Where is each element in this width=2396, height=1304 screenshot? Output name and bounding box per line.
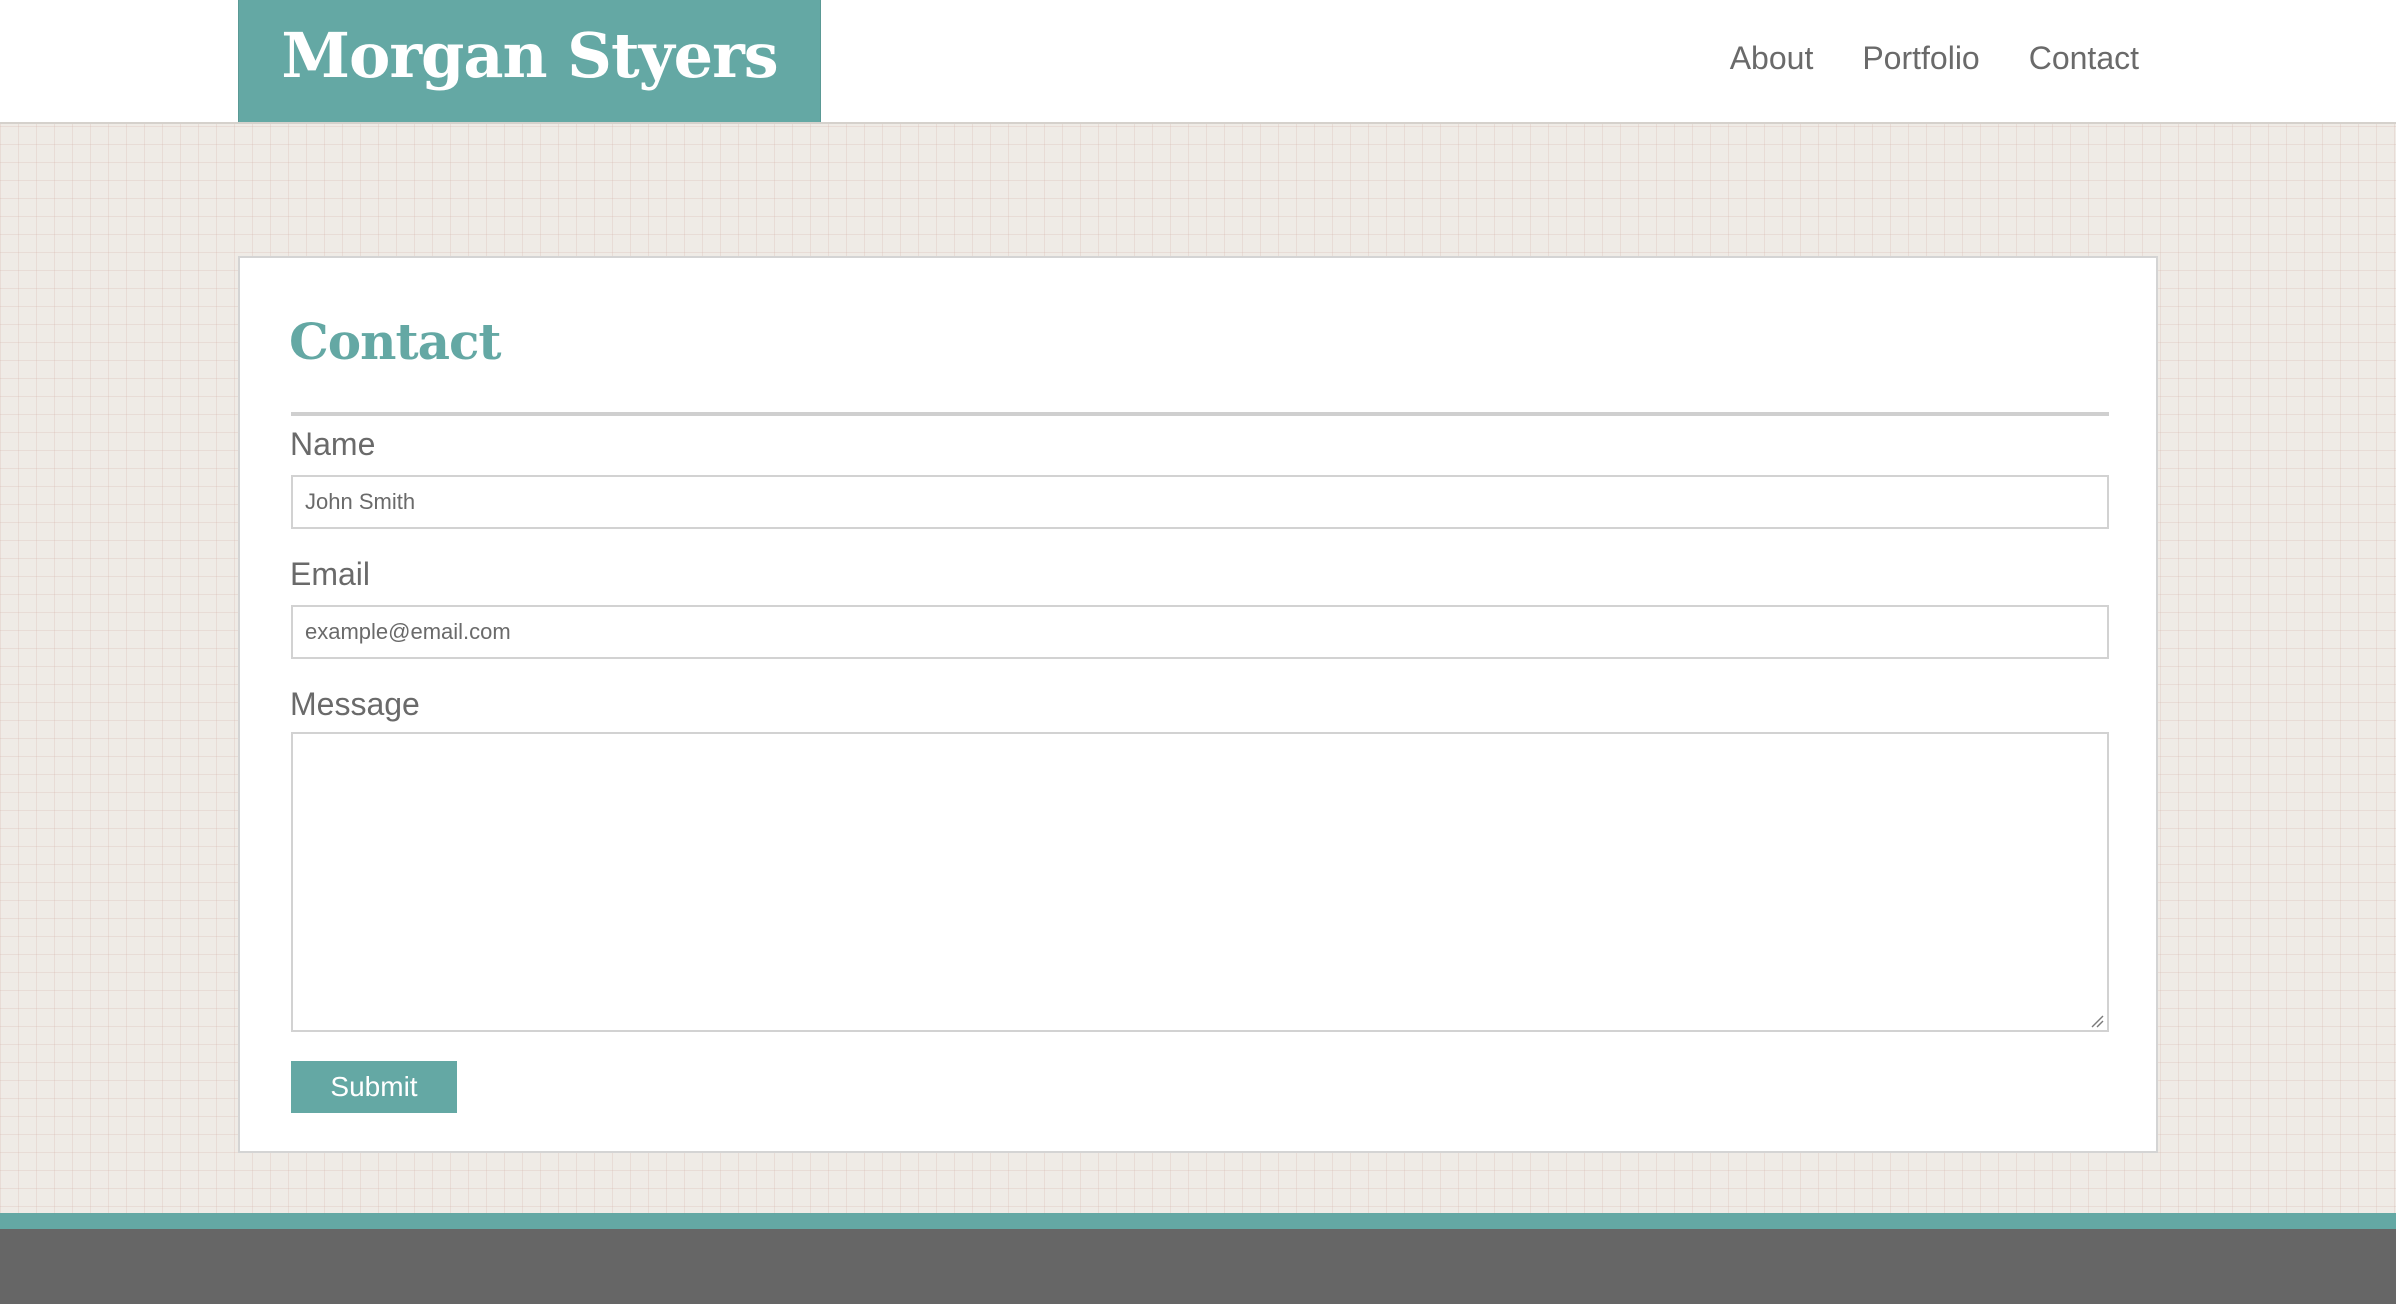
main-nav: About Portfolio Contact	[1730, 40, 2139, 77]
site-logo[interactable]: Morgan Styers	[238, 0, 821, 122]
submit-button[interactable]: Submit	[291, 1061, 457, 1113]
contact-card: Contact Name Email Message Submit	[238, 256, 2158, 1153]
message-label: Message	[290, 686, 420, 722]
nav-link-about[interactable]: About	[1730, 40, 1814, 77]
message-textarea[interactable]	[291, 732, 2109, 1032]
name-label: Name	[290, 426, 376, 462]
title-divider	[291, 412, 2109, 416]
name-input[interactable]	[291, 475, 2109, 529]
email-input[interactable]	[291, 605, 2109, 659]
nav-link-portfolio[interactable]: Portfolio	[1862, 40, 1979, 77]
email-label: Email	[290, 556, 371, 592]
site-header: Morgan Styers About Portfolio Contact	[0, 0, 2396, 124]
page-title: Contact	[289, 312, 502, 371]
site-title[interactable]: Morgan Styers	[281, 19, 778, 92]
resize-grip-icon[interactable]	[2090, 1014, 2104, 1028]
site-footer	[0, 1229, 2396, 1304]
footer-accent-band	[0, 1213, 2396, 1229]
nav-link-contact[interactable]: Contact	[2029, 40, 2139, 77]
